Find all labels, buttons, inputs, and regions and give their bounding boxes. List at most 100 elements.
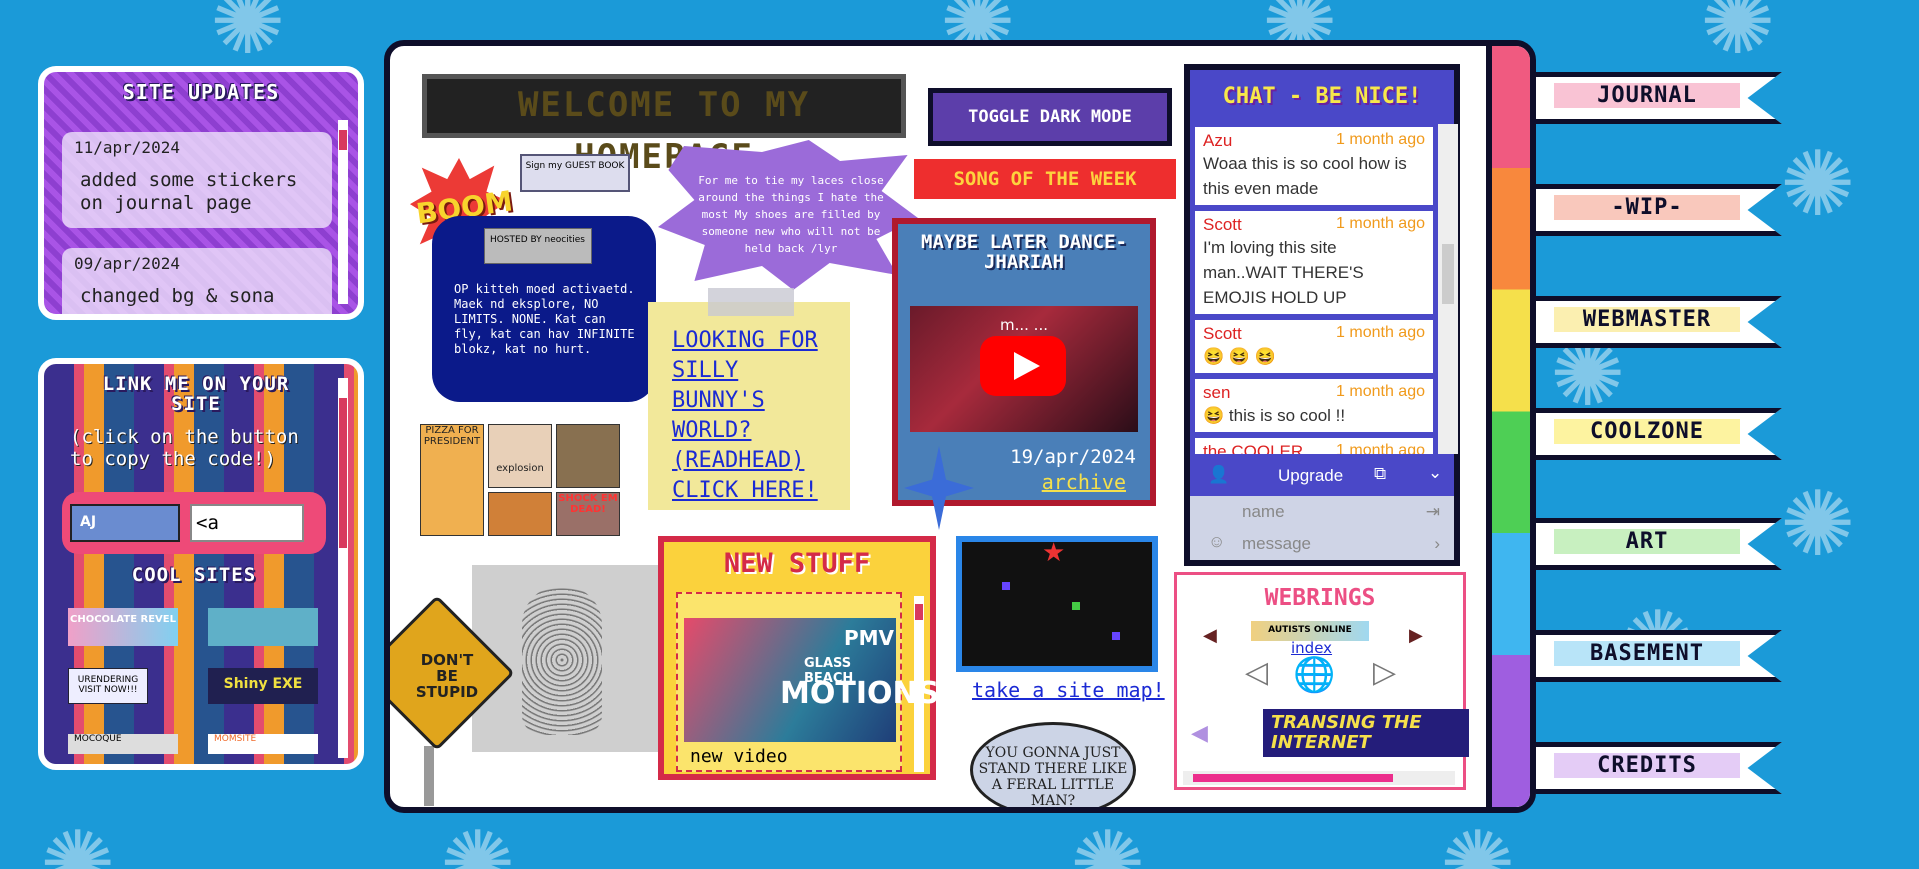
- video-title: m... ...: [1000, 316, 1048, 334]
- site-button[interactable]: AJ: [70, 504, 180, 542]
- nav-tab-wip[interactable]: -WIP-: [1536, 184, 1782, 236]
- chat-username[interactable]: the COOLER: [1203, 442, 1303, 454]
- webrings-hscroll[interactable]: [1183, 771, 1455, 785]
- background-splat: ✺: [40, 812, 116, 869]
- star-icon: ★: [1042, 538, 1066, 568]
- update-text: changed bg & sona: [80, 285, 275, 307]
- cool-site-button[interactable]: MOCOQUE: [68, 734, 178, 754]
- thumbnail-label: PMV: [844, 626, 895, 650]
- external-link-icon[interactable]: ⧉: [1374, 464, 1386, 484]
- chat-scrollbar[interactable]: [1438, 124, 1458, 454]
- link-code-input[interactable]: [190, 504, 304, 542]
- cool-site-button[interactable]: MOMSITE: [208, 734, 318, 754]
- nav-label: JOURNAL: [1554, 83, 1740, 108]
- pointer-hand-icon[interactable]: ◀: [1191, 721, 1208, 746]
- send-icon[interactable]: ›: [1434, 534, 1440, 554]
- links-scrollbar[interactable]: [338, 378, 348, 758]
- nav-label: CREDITS: [1554, 753, 1740, 778]
- nav-tab-webmaster[interactable]: WEBMASTER: [1536, 296, 1782, 348]
- new-stuff-title: NEW STUFF: [723, 548, 871, 579]
- new-stuff-scroll-thumb[interactable]: [915, 604, 923, 620]
- nav-label: ART: [1554, 529, 1740, 554]
- links-scroll-thumb[interactable]: [339, 398, 347, 548]
- cool-site-button[interactable]: Shiny EXE: [208, 668, 318, 704]
- chat-title: CHAT - BE NICE!: [1222, 84, 1422, 109]
- cool-site-button[interactable]: CHOCOLATE REVEL: [68, 608, 178, 646]
- chat-message-input[interactable]: ☺ message ›: [1190, 528, 1454, 560]
- play-icon: [1014, 352, 1040, 380]
- sitemap-link[interactable]: take a site map!: [972, 678, 1165, 702]
- new-video-thumbnail[interactable]: PMV GLASS BEACH MOTIONS: [684, 618, 939, 742]
- new-stuff-scrollbar[interactable]: [914, 596, 924, 772]
- cool-site-button-image[interactable]: [208, 608, 318, 646]
- song-archive-link[interactable]: archive: [1042, 470, 1126, 494]
- youtube-play-button[interactable]: [980, 336, 1066, 396]
- main-window: WELCOME TO MY HOMEPAGE TOGGLE DARK MODE …: [384, 40, 1536, 813]
- nav-tab-basement[interactable]: BASEMENT: [1536, 630, 1782, 682]
- neocities-badge[interactable]: HOSTED BY neocities: [484, 228, 592, 264]
- pizza-sticker: PIZZA FOR PRESIDENT: [420, 424, 484, 536]
- site-updates-panel: SITE UPDATES 11/apr/2024 added some stic…: [38, 66, 364, 320]
- chat-name-input[interactable]: name ⇥: [1190, 496, 1454, 528]
- chat-username[interactable]: Scott: [1203, 215, 1242, 235]
- webrings-hscroll-thumb[interactable]: [1193, 774, 1393, 782]
- nav-tab-art[interactable]: ART: [1536, 518, 1782, 570]
- update-entry: 09/apr/2024 changed bg & sona: [62, 248, 332, 314]
- sticker-image: [556, 424, 620, 488]
- autists-online-ring[interactable]: AUTISTS ONLINE: [1251, 621, 1369, 641]
- cool-site-button[interactable]: URENDERING VISIT NOW!!!: [68, 668, 148, 704]
- chat-username[interactable]: Azu: [1203, 131, 1232, 151]
- user-icon[interactable]: 👤: [1208, 465, 1229, 485]
- background-splat: ✺: [1700, 0, 1776, 75]
- link-me-subtitle: (click on the button to copy the code!): [70, 426, 299, 470]
- transing-internet-banner[interactable]: TRANSING THE INTERNET: [1263, 709, 1469, 757]
- chat-username[interactable]: Scott: [1203, 324, 1242, 344]
- update-date: 09/apr/2024: [74, 254, 180, 273]
- chat-scroll-thumb[interactable]: [1442, 244, 1454, 304]
- link-me-panel: LINK ME ON YOUR SITE (click on the butto…: [38, 358, 364, 770]
- background-splat: ✺: [210, 0, 286, 75]
- updates-scroll-thumb[interactable]: [339, 130, 347, 150]
- chat-timestamp: 1 month ago: [1336, 324, 1425, 341]
- chat-username[interactable]: sen: [1203, 383, 1230, 403]
- upgrade-link[interactable]: Upgrade: [1278, 466, 1343, 486]
- song-date: 19/apr/2024: [1010, 446, 1136, 468]
- login-icon[interactable]: ⇥: [1426, 502, 1440, 522]
- ring-next-arrow-icon[interactable]: ▶: [1409, 625, 1423, 646]
- sticker-image: [488, 492, 552, 536]
- chat-text: 😆 😆 😆: [1203, 347, 1276, 366]
- song-of-the-week-banner: SONG OF THE WEEK: [914, 159, 1176, 199]
- ring-prev-arrow-icon[interactable]: ◀: [1203, 625, 1217, 646]
- new-stuff-box: NEW STUFF PMV GLASS BEACH MOTIONS new vi…: [658, 536, 939, 780]
- welcome-marquee: WELCOME TO MY HOMEPAGE: [422, 74, 906, 177]
- background-splat: ✺: [1070, 812, 1146, 869]
- cool-sites-title: COOL SITES: [131, 564, 257, 586]
- nav-tab-journal[interactable]: JOURNAL: [1536, 72, 1782, 124]
- updates-scrollbar[interactable]: [338, 120, 348, 304]
- chat-text: 😆 this is so cool !!: [1203, 406, 1346, 425]
- message-placeholder: message: [1242, 534, 1311, 553]
- name-placeholder: name: [1242, 502, 1285, 521]
- nav-label: -WIP-: [1554, 195, 1740, 220]
- nav-tab-coolzone[interactable]: COOLZONE: [1536, 408, 1782, 460]
- globe-icon[interactable]: 🌐: [1293, 655, 1335, 695]
- ring2-next-arrow-icon[interactable]: ▷: [1373, 655, 1396, 690]
- nav-label: BASEMENT: [1554, 641, 1740, 666]
- toggle-dark-mode-button[interactable]: TOGGLE DARK MODE: [928, 88, 1172, 146]
- nav-tab-credits[interactable]: CREDITS: [1536, 742, 1782, 794]
- guestbook-button[interactable]: Sign my GUEST BOOK: [520, 154, 630, 192]
- emoji-icon[interactable]: ☺: [1208, 532, 1225, 552]
- speech-bubble: YOU GONNA JUST STAND THERE LIKE A FERAL …: [970, 722, 1136, 807]
- pixel-square: [1112, 632, 1120, 640]
- chat-text: I'm loving this site man..WAIT THERE'S E…: [1203, 238, 1364, 307]
- rainbow-divider: [1486, 46, 1492, 807]
- chat-timestamp: 1 month ago: [1336, 215, 1425, 232]
- ring2-prev-arrow-icon[interactable]: ◁: [1245, 655, 1268, 690]
- webrings-box: WEBRINGS ◀ AUTISTS ONLINE ▶ index ◁ 🌐 ▷ …: [1174, 572, 1469, 790]
- silly-bunny-link[interactable]: LOOKING FOR SILLY BUNNY'S WORLD? (READHE…: [672, 328, 818, 503]
- collapse-icon[interactable]: ⌄: [1428, 463, 1442, 483]
- youtube-video[interactable]: m... ...: [910, 306, 1138, 432]
- chat-text: Woaa this is so cool how is this even ma…: [1203, 154, 1407, 198]
- sitemap-image[interactable]: ★: [956, 536, 1158, 672]
- chat-message: the COOLER 1 month ago: [1192, 435, 1436, 454]
